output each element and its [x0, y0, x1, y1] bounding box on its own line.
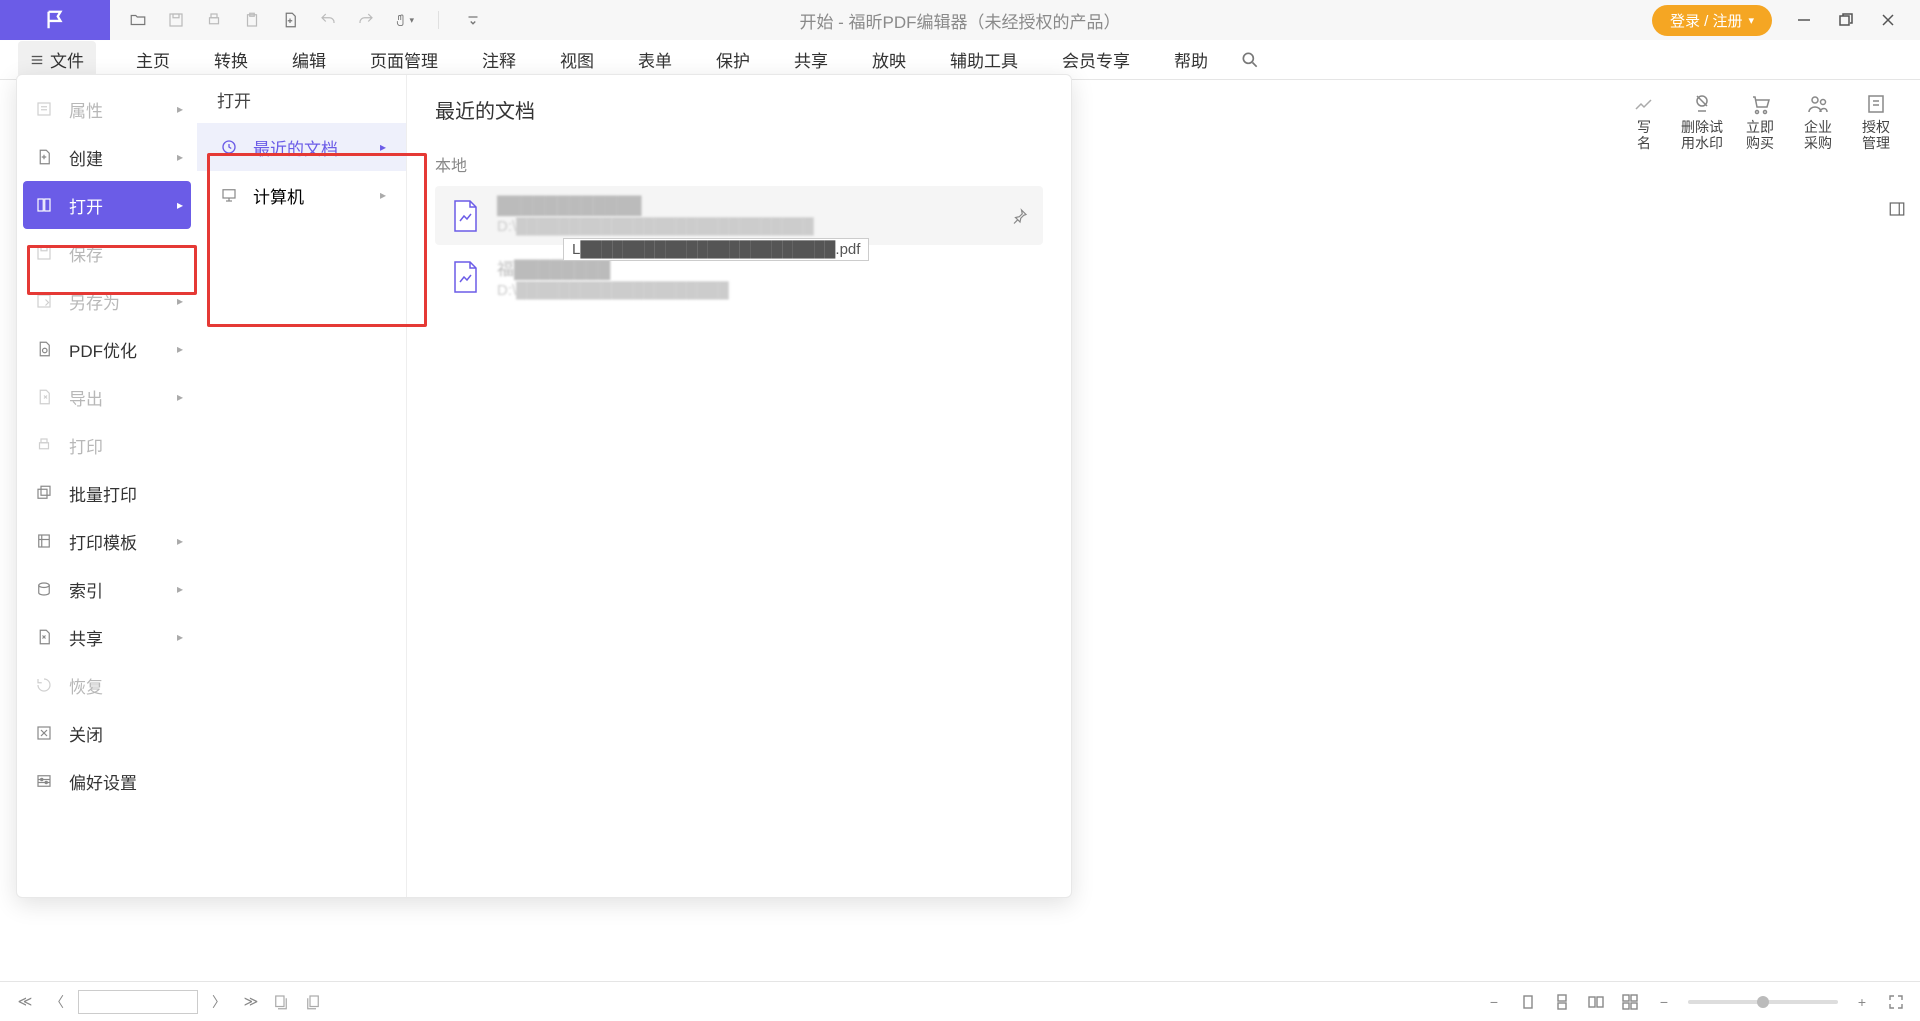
- computer-icon: [217, 186, 241, 204]
- recent-section-local: 本地: [435, 152, 1043, 176]
- view-facing-icon[interactable]: [1586, 992, 1606, 1012]
- new-page-icon[interactable]: [280, 10, 300, 30]
- sidebar-toggle-icon[interactable]: [1888, 200, 1906, 218]
- action-sign[interactable]: 写 名: [1620, 89, 1668, 151]
- submenu-recent-docs[interactable]: 最近的文档▸: [197, 123, 406, 171]
- file-menu-batch-print[interactable]: 批量打印: [17, 469, 197, 517]
- tab-home[interactable]: 主页: [114, 47, 192, 72]
- file-menu-save-as[interactable]: 另存为▸: [17, 277, 197, 325]
- file-tab[interactable]: 文件: [18, 41, 96, 78]
- quick-access-toolbar: ▾: [110, 10, 501, 30]
- next-page-button[interactable]: 〉: [208, 992, 230, 1012]
- file-menu-index[interactable]: 索引▸: [17, 565, 197, 613]
- first-page-button[interactable]: ≪: [14, 993, 36, 1010]
- file-menu-column-1: 属性▸ 创建▸ 打开▸ 保存 另存为▸ PDF优化▸ 导出▸ 打印 批量打印 打…: [17, 75, 197, 897]
- window-title: 开始 - 福昕PDF编辑器（未经授权的产品）: [799, 8, 1120, 33]
- zoom-minus-icon[interactable]: −: [1654, 992, 1674, 1012]
- recent-doc-1[interactable]: ████████████ D:\████████████████████████…: [435, 186, 1043, 245]
- maximize-button[interactable]: [1836, 10, 1856, 30]
- file-menu-properties[interactable]: 属性▸: [17, 85, 197, 133]
- tab-page-manage[interactable]: 页面管理: [348, 47, 460, 72]
- file-menu-print-template[interactable]: 打印模板▸: [17, 517, 197, 565]
- action-enterprise[interactable]: 企业 采购: [1794, 89, 1842, 151]
- login-register-button[interactable]: 登录 / 注册▾: [1652, 5, 1772, 36]
- file-menu-column-3: 最近的文档 本地 ████████████ D:\███████████████…: [407, 75, 1071, 897]
- minimize-button[interactable]: [1794, 10, 1814, 30]
- action-buy-now[interactable]: 立即 购买: [1736, 89, 1784, 151]
- hand-icon[interactable]: ▾: [394, 10, 414, 30]
- tab-accessibility[interactable]: 辅助工具: [928, 47, 1040, 72]
- clipboard-icon[interactable]: [242, 10, 262, 30]
- tab-protect[interactable]: 保护: [694, 47, 772, 72]
- app-logo[interactable]: [0, 0, 110, 40]
- pdf-file-icon: [449, 259, 481, 295]
- tab-edit[interactable]: 编辑: [270, 47, 348, 72]
- file-menu-recover[interactable]: 恢复: [17, 661, 197, 709]
- tab-help[interactable]: 帮助: [1152, 47, 1230, 72]
- tab-share[interactable]: 共享: [772, 47, 850, 72]
- ribbon-actions-right: 写 名 删除试 用水印 立即 购买 企业 采购 授权 管理: [1600, 80, 1920, 160]
- file-menu-open[interactable]: 打开▸: [23, 181, 191, 229]
- action-remove-watermark[interactable]: 删除试 用水印: [1678, 89, 1726, 151]
- tab-form[interactable]: 表单: [616, 47, 694, 72]
- recent-title: 最近的文档: [435, 95, 1043, 124]
- file-menu-export[interactable]: 导出▸: [17, 373, 197, 421]
- page-number-input[interactable]: [78, 990, 198, 1014]
- customize-dropdown-icon[interactable]: [463, 10, 483, 30]
- page-back-button[interactable]: [272, 993, 294, 1011]
- search-icon[interactable]: [1240, 50, 1260, 70]
- page-forward-button[interactable]: [304, 993, 326, 1011]
- file-menu-panel: 属性▸ 创建▸ 打开▸ 保存 另存为▸ PDF优化▸ 导出▸ 打印 批量打印 打…: [16, 74, 1072, 898]
- save-icon[interactable]: [166, 10, 186, 30]
- file-menu-close[interactable]: 关闭: [17, 709, 197, 757]
- prev-page-button[interactable]: 〈: [46, 992, 68, 1012]
- file-menu-preferences[interactable]: 偏好设置: [17, 757, 197, 805]
- title-bar: ▾ 开始 - 福昕PDF编辑器（未经授权的产品） 登录 / 注册▾: [0, 0, 1920, 40]
- tab-vip[interactable]: 会员专享: [1040, 47, 1152, 72]
- tab-slideshow[interactable]: 放映: [850, 47, 928, 72]
- close-button[interactable]: [1878, 10, 1898, 30]
- clock-icon: [217, 138, 241, 156]
- recent-doc-2-path: D:\████████████████████: [497, 282, 1029, 299]
- file-menu-print[interactable]: 打印: [17, 421, 197, 469]
- filepath-tooltip: L████████████████████████.pdf: [563, 238, 869, 261]
- print-icon[interactable]: [204, 10, 224, 30]
- last-page-button[interactable]: ≫: [240, 993, 262, 1010]
- view-continuous-icon[interactable]: [1552, 992, 1572, 1012]
- action-license[interactable]: 授权 管理: [1852, 89, 1900, 151]
- zoom-plus-icon[interactable]: +: [1852, 992, 1872, 1012]
- undo-icon[interactable]: [318, 10, 338, 30]
- pin-icon[interactable]: [1011, 207, 1029, 225]
- zoom-slider[interactable]: [1688, 1000, 1838, 1004]
- file-menu-optimize[interactable]: PDF优化▸: [17, 325, 197, 373]
- file-menu-save[interactable]: 保存: [17, 229, 197, 277]
- recent-doc-1-name: ████████████: [497, 196, 1011, 216]
- submenu-header: 打开: [197, 75, 406, 123]
- status-bar: ≪ 〈 〉 ≫ − − +: [0, 981, 1920, 1021]
- tab-convert[interactable]: 转换: [192, 47, 270, 72]
- view-single-page-icon[interactable]: [1518, 992, 1538, 1012]
- submenu-computer[interactable]: 计算机▸: [197, 171, 406, 219]
- file-menu-share[interactable]: 共享▸: [17, 613, 197, 661]
- redo-icon[interactable]: [356, 10, 376, 30]
- view-facing-continuous-icon[interactable]: [1620, 992, 1640, 1012]
- tab-view[interactable]: 视图: [538, 47, 616, 72]
- zoom-out-button[interactable]: −: [1484, 992, 1504, 1012]
- recent-doc-1-path: D:\████████████████████████████: [497, 218, 1011, 235]
- file-menu-create[interactable]: 创建▸: [17, 133, 197, 181]
- pdf-file-icon: [449, 198, 481, 234]
- tab-annotate[interactable]: 注释: [460, 47, 538, 72]
- fullscreen-icon[interactable]: [1886, 992, 1906, 1012]
- file-menu-column-2: 打开 最近的文档▸ 计算机▸: [197, 75, 407, 897]
- open-folder-icon[interactable]: [128, 10, 148, 30]
